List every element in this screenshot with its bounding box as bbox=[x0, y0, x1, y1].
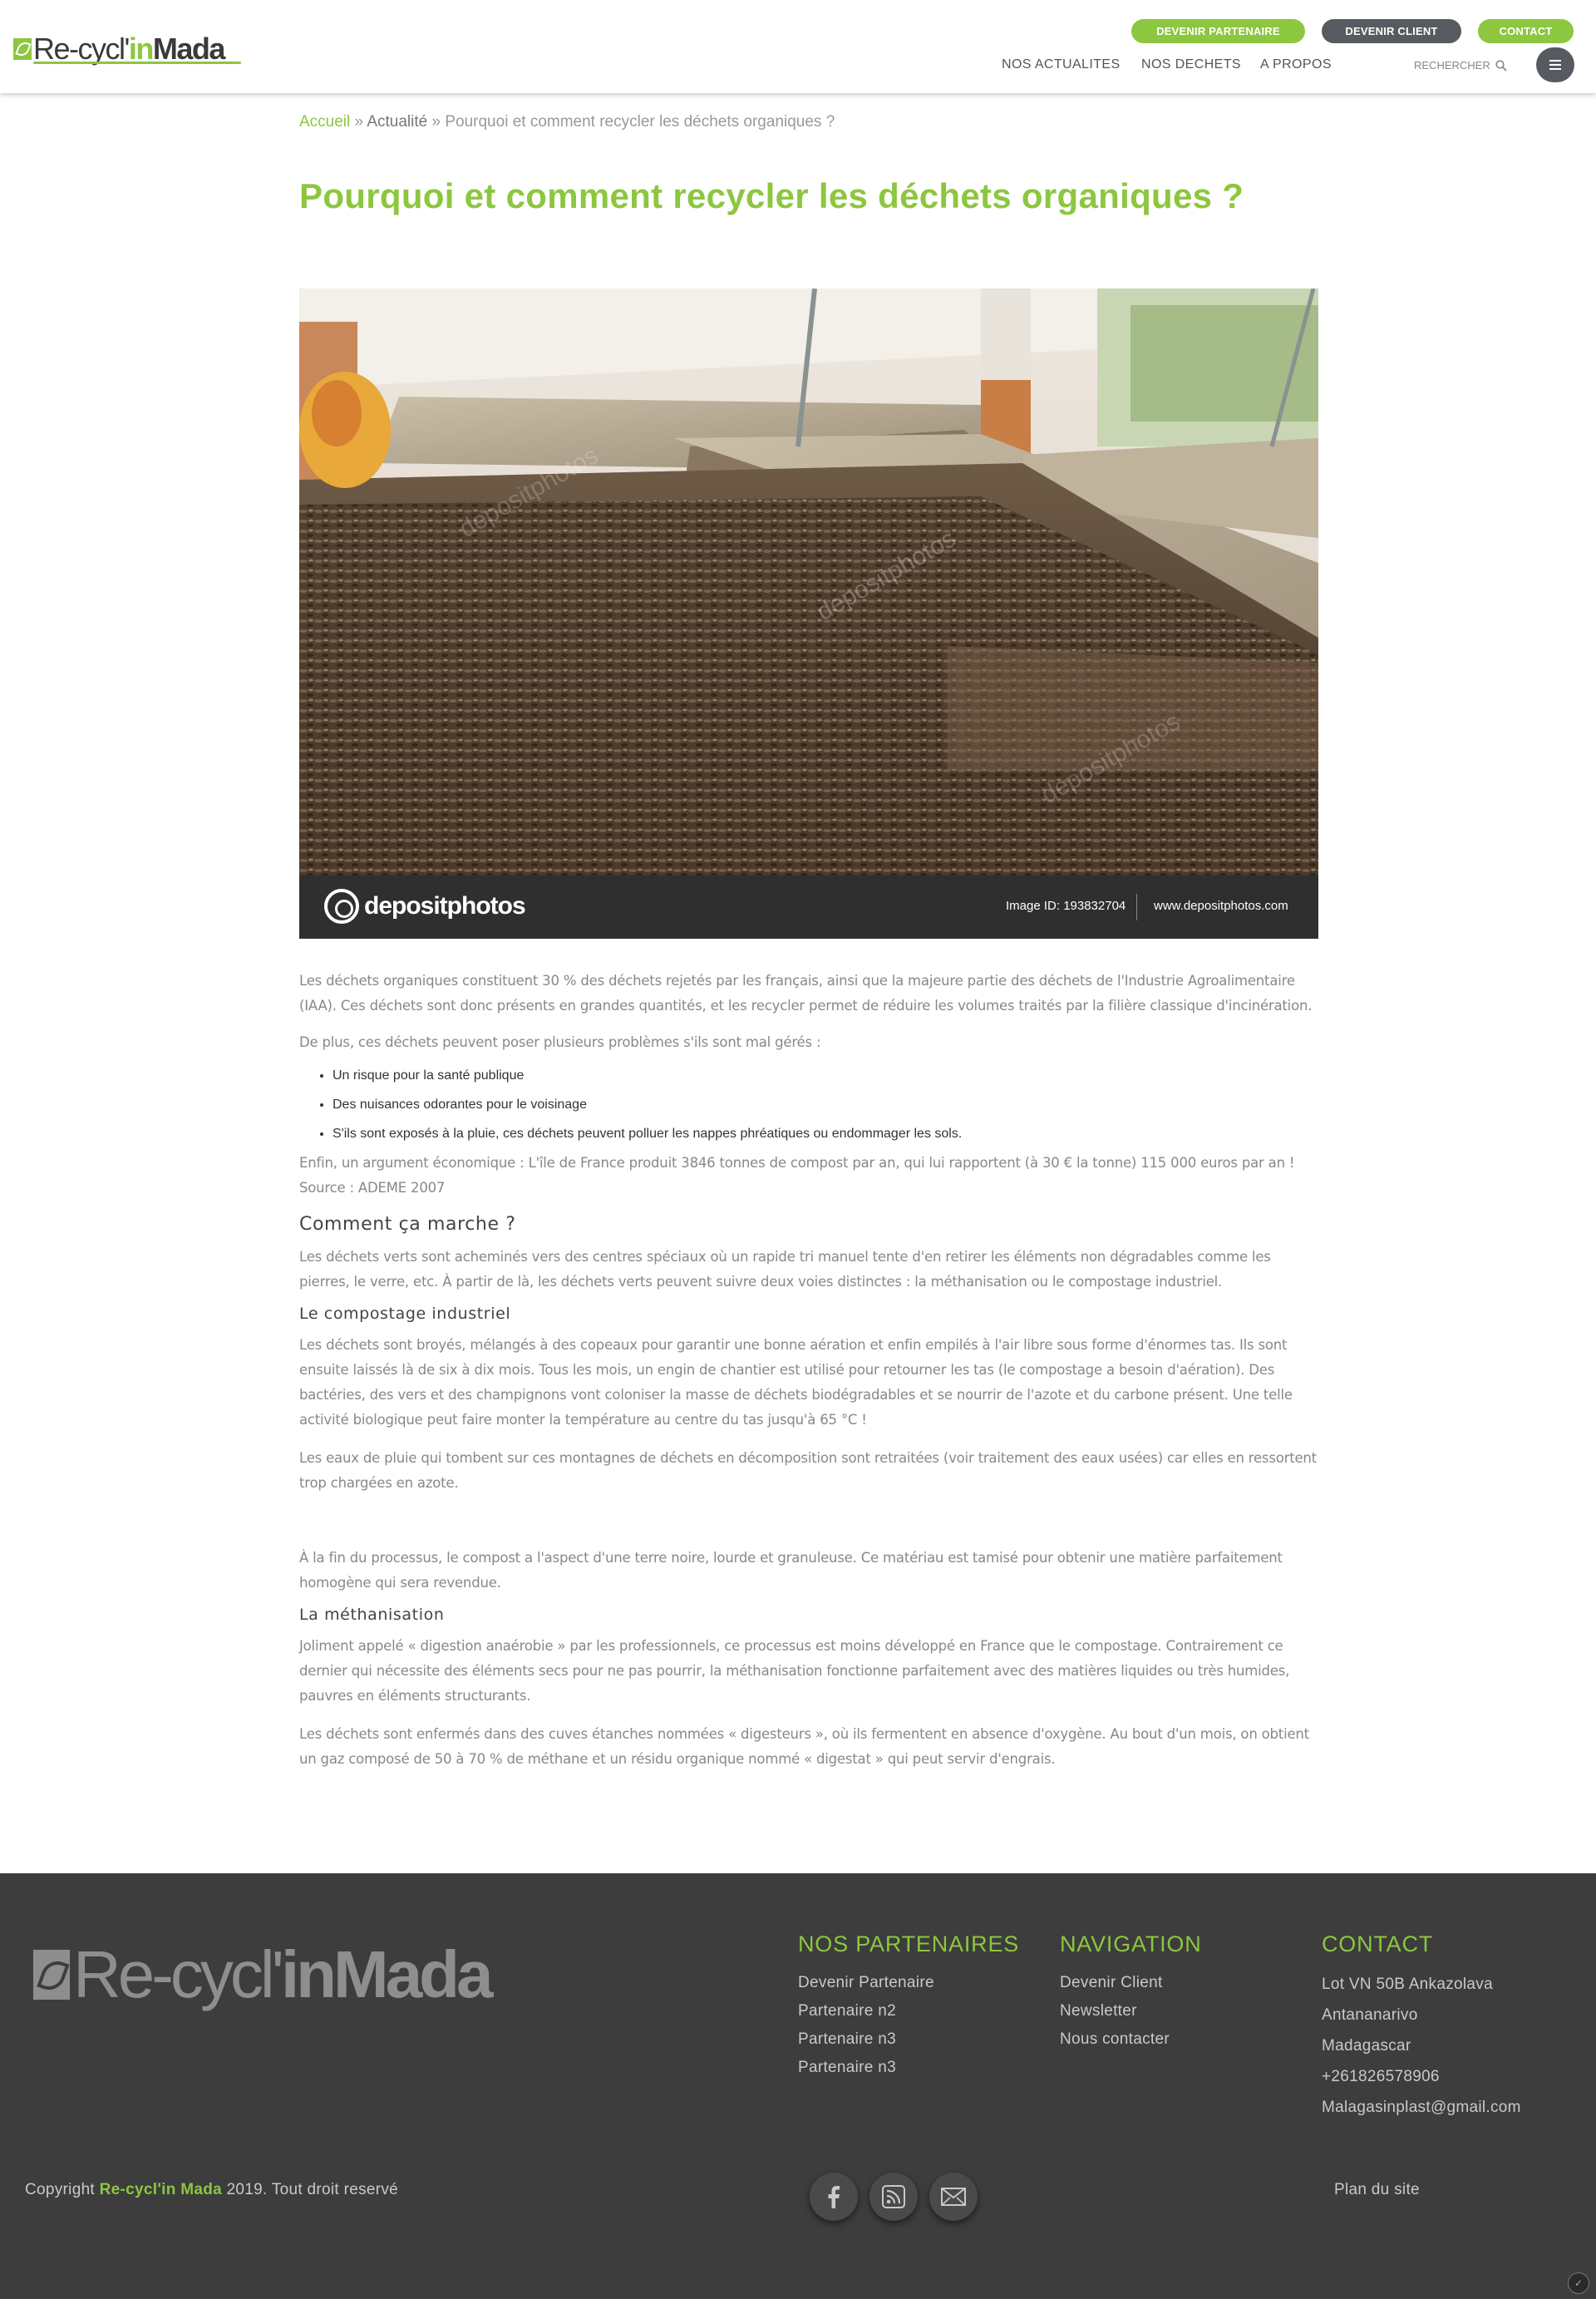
contact-country: Madagascar bbox=[1322, 2037, 1411, 2055]
section-heading: Comment ça marche ? bbox=[299, 1214, 516, 1235]
footer-link[interactable]: Devenir Partenaire bbox=[798, 1969, 1019, 1997]
article-paragraph: Les eaux de pluie qui tombent sur ces mo… bbox=[299, 1450, 1317, 1491]
subsection-heading: La méthanisation bbox=[299, 1606, 445, 1624]
article-paragraph: Les déchets sont broyés, mélangés à des … bbox=[299, 1337, 1293, 1428]
sitemap-link[interactable]: Plan du site bbox=[1334, 2181, 1420, 2199]
copyright: Copyright Re-cycl'in Mada 2019. Tout dro… bbox=[25, 2181, 399, 2198]
footer-heading: CONTACT bbox=[1322, 1931, 1434, 1956]
camera-icon bbox=[324, 889, 359, 924]
image-id: Image ID: 193832704 bbox=[1006, 899, 1126, 913]
copyright-brand[interactable]: Re-cycl'in Mada bbox=[100, 2181, 222, 2198]
divider bbox=[1136, 894, 1137, 920]
article-paragraph: Joliment appelé « digestion anaérobie » … bbox=[299, 1638, 1290, 1704]
footer-heading: NOS PARTENAIRES bbox=[798, 1931, 1020, 1956]
article-image: depositphotos depositphotos depositphoto… bbox=[299, 289, 1318, 939]
article-paragraph: À la fin du processus, le compost a l'as… bbox=[299, 1550, 1283, 1591]
contact-button[interactable]: CONTACT bbox=[1478, 19, 1574, 43]
rss-button[interactable] bbox=[869, 2173, 918, 2221]
contact-phone[interactable]: +261826578906 bbox=[1322, 2061, 1521, 2092]
become-partner-button[interactable]: DEVENIR PARTENAIRE bbox=[1131, 19, 1305, 43]
email-button[interactable] bbox=[929, 2173, 978, 2221]
site-header: Re-cycl'inMada DEVENIR PARTENAIRE DEVENI… bbox=[0, 0, 1596, 93]
footer-contact: CONTACT Lot VN 50B Ankazolava Antananari… bbox=[1322, 1931, 1521, 2123]
leaf-logo-icon bbox=[33, 1950, 70, 2000]
hamburger-menu-button[interactable] bbox=[1536, 47, 1574, 82]
breadcrumb-section[interactable]: Actualité bbox=[367, 113, 427, 131]
article-paragraph: Les déchets organiques constituent 30 % … bbox=[299, 973, 1313, 1014]
nav-waste[interactable]: NOS DECHETS bbox=[1141, 57, 1241, 72]
nav-about[interactable]: A PROPOS bbox=[1260, 57, 1332, 72]
article-paragraph: Les déchets sont enfermés dans des cuves… bbox=[299, 1726, 1309, 1767]
breadcrumb-home[interactable]: Accueil bbox=[299, 113, 350, 131]
breadcrumb-current: Pourquoi et comment recycler les déchets… bbox=[445, 113, 835, 131]
list-item: Des nuisances odorantes pour le voisinag… bbox=[332, 1096, 1318, 1114]
contact-email[interactable]: Malagasinplast@gmail.com bbox=[1322, 2092, 1521, 2123]
footer-link[interactable]: Partenaire n3 bbox=[798, 2054, 1019, 2082]
mail-icon bbox=[941, 2188, 966, 2206]
menu-icon bbox=[1549, 60, 1561, 62]
footer-link[interactable]: Devenir Client bbox=[1060, 1969, 1202, 1997]
subsection-heading: Le compostage industriel bbox=[299, 1305, 511, 1323]
rss-icon bbox=[882, 2185, 905, 2208]
search-icon bbox=[1495, 59, 1507, 72]
footer-heading: NAVIGATION bbox=[1060, 1931, 1202, 1956]
list-item: Un risque pour la santé publique bbox=[332, 1067, 1318, 1085]
facebook-button[interactable] bbox=[810, 2173, 858, 2221]
footer-link[interactable]: Partenaire n2 bbox=[798, 1997, 1019, 2025]
site-footer: Re-cycl'inMada NOS PARTENAIRES Devenir P… bbox=[0, 1873, 1596, 2299]
footer-partners: NOS PARTENAIRES Devenir Partenaire Parte… bbox=[798, 1931, 1019, 2082]
list-item: S'ils sont exposés à la pluie, ces déche… bbox=[332, 1125, 1318, 1143]
nav-news[interactable]: NOS ACTUALITES bbox=[1002, 57, 1121, 72]
corner-badge-icon: ✓ bbox=[1568, 2272, 1589, 2294]
image-source-url: www.depositphotos.com bbox=[1154, 899, 1288, 913]
article-body: Les déchets organiques constituent 30 % … bbox=[299, 969, 1318, 1772]
problems-list: Un risque pour la santé publique Des nui… bbox=[299, 1067, 1318, 1143]
footer-link[interactable]: Newsletter bbox=[1060, 1997, 1202, 2025]
facebook-icon bbox=[828, 2186, 840, 2208]
leaf-logo-icon bbox=[13, 38, 32, 60]
footer-navigation: NAVIGATION Devenir Client Newsletter Nou… bbox=[1060, 1931, 1202, 2054]
footer-logo[interactable]: Re-cycl'inMada bbox=[33, 1941, 494, 2008]
logo-underline bbox=[33, 62, 241, 64]
search-label: RECHERCHER bbox=[1414, 59, 1490, 72]
breadcrumb: Accueil » Actualité » Pourquoi et commen… bbox=[299, 113, 835, 131]
contact-city: Antananarivo bbox=[1322, 2006, 1418, 2024]
photo-credit-bar: depositphotos Image ID: 193832704 www.de… bbox=[299, 876, 1318, 939]
page-title: Pourquoi et comment recycler les déchets… bbox=[299, 176, 1244, 215]
search-link[interactable]: RECHERCHER bbox=[1414, 59, 1507, 72]
footer-link[interactable]: Partenaire n3 bbox=[798, 2025, 1019, 2054]
article-paragraph: Enfin, un argument économique : L'île de… bbox=[299, 1155, 1295, 1196]
article-paragraph: De plus, ces déchets peuvent poser plusi… bbox=[299, 1034, 821, 1050]
article-paragraph: Les déchets verts sont acheminés vers de… bbox=[299, 1249, 1271, 1290]
contact-address: Lot VN 50B Ankazolava bbox=[1322, 1976, 1493, 1993]
footer-link[interactable]: Nous contacter bbox=[1060, 2025, 1202, 2054]
depositphotos-logo: depositphotos bbox=[324, 889, 526, 924]
logo-text: Re-cycl'inMada bbox=[33, 32, 225, 66]
become-client-button[interactable]: DEVENIR CLIENT bbox=[1322, 19, 1461, 43]
